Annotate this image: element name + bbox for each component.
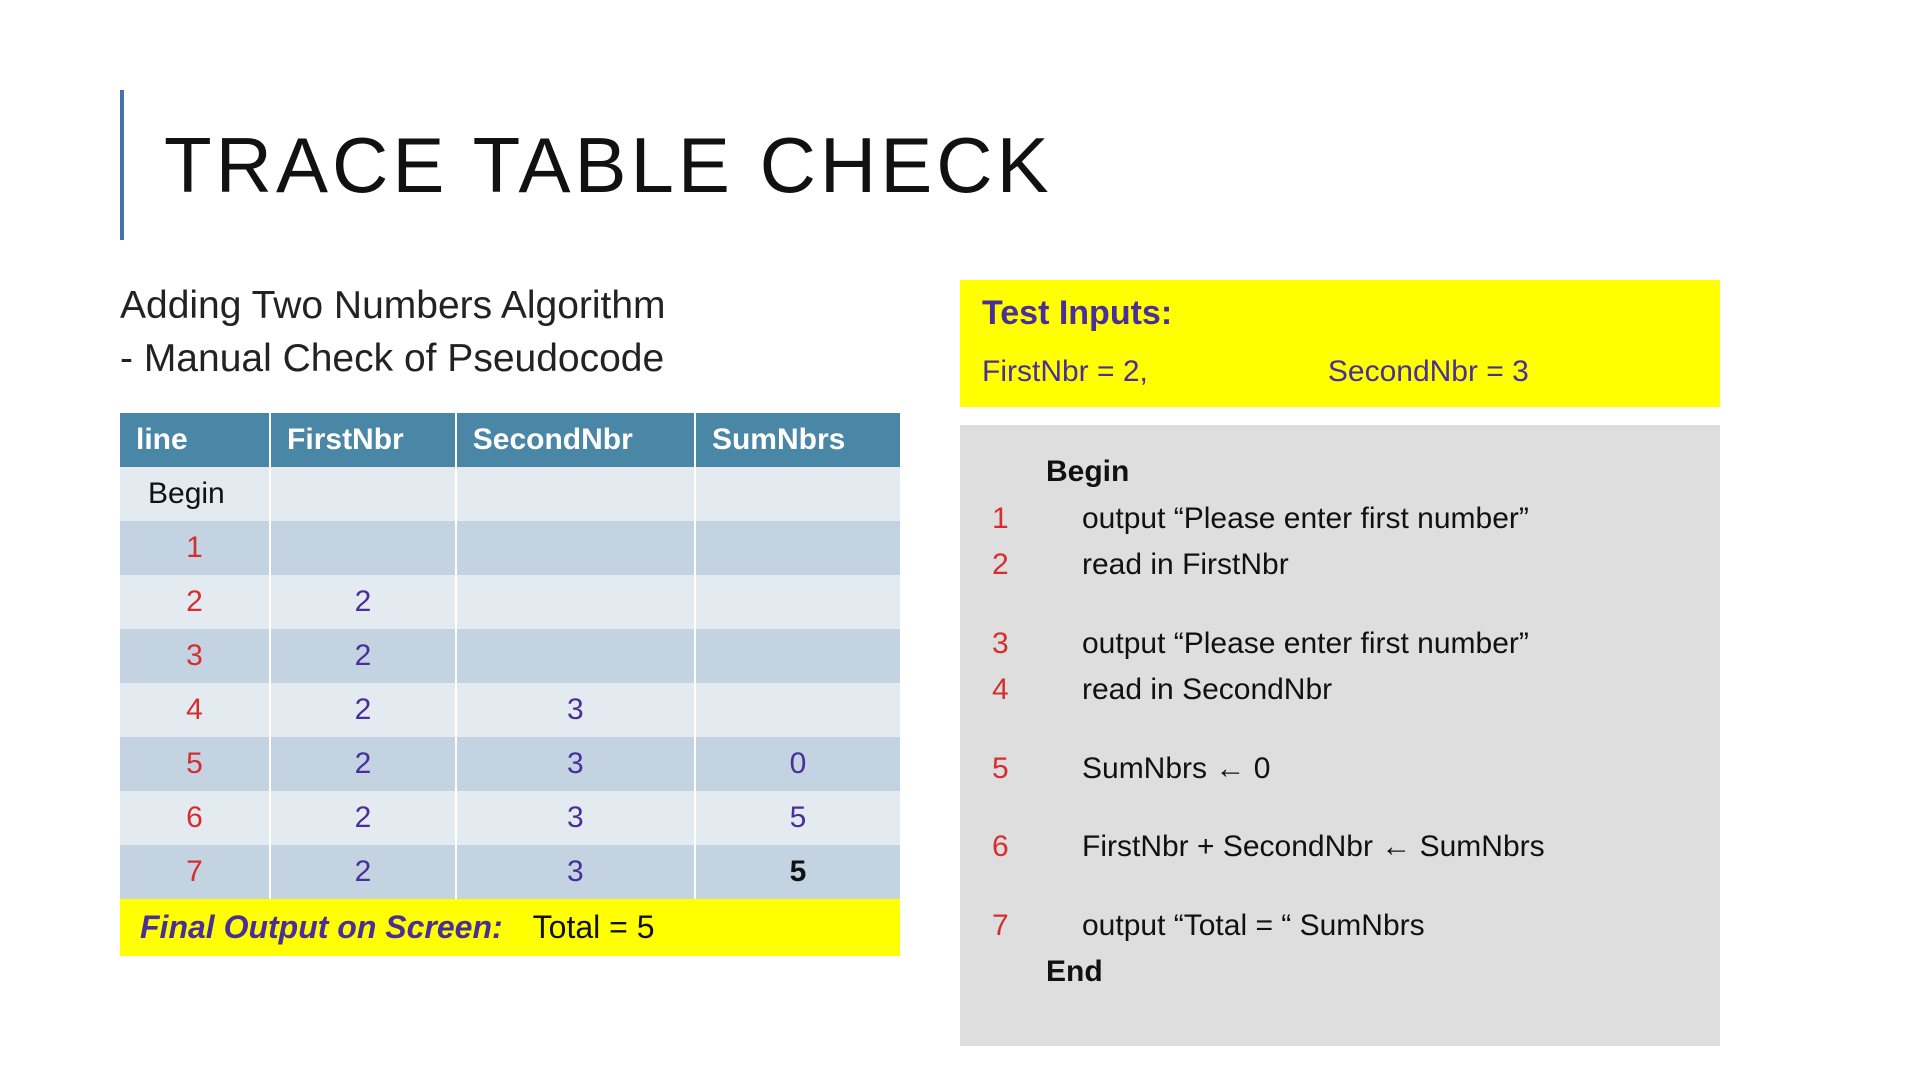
code-line: 7output “Total = “ SumNbrs bbox=[986, 903, 1694, 950]
code-blank-line bbox=[986, 871, 1694, 903]
test-inputs-values: FirstNbr = 2, SecondNbr = 3 bbox=[982, 355, 1698, 389]
cell-value: 2 bbox=[270, 629, 456, 683]
code-blank-line bbox=[986, 589, 1694, 621]
cell-value bbox=[456, 629, 695, 683]
cell-value: 5 bbox=[695, 791, 900, 845]
cell-value: 2 bbox=[270, 845, 456, 899]
cell-line: 1 bbox=[120, 521, 270, 575]
code-line: 1output “Please enter first number” bbox=[986, 496, 1694, 543]
code-line-number: 6 bbox=[986, 824, 1046, 871]
test-input-first: FirstNbr = 2, bbox=[982, 355, 1148, 389]
pseudocode-box: Begin 1output “Please enter first number… bbox=[960, 425, 1720, 1046]
code-line: 2read in FirstNbr bbox=[986, 542, 1694, 589]
cell-value: 2 bbox=[270, 575, 456, 629]
left-column: Adding Two Numbers Algorithm - Manual Ch… bbox=[120, 280, 900, 1046]
cell-value: 3 bbox=[456, 683, 695, 737]
final-output-label: Final Output on Screen: bbox=[140, 909, 503, 946]
th-sumnbrs: SumNbrs bbox=[695, 413, 900, 467]
cell-line: 7 bbox=[120, 845, 270, 899]
code-line-number: 5 bbox=[986, 746, 1046, 793]
code-line-text: SumNbrs ← 0 bbox=[1046, 746, 1270, 793]
code-blank-line bbox=[986, 714, 1694, 746]
cell-value bbox=[695, 575, 900, 629]
content-columns: Adding Two Numbers Algorithm - Manual Ch… bbox=[120, 280, 1800, 1046]
cell-value bbox=[456, 467, 695, 521]
cell-value bbox=[456, 575, 695, 629]
code-line: 3output “Please enter first number” bbox=[986, 621, 1694, 668]
table-row: 32 bbox=[120, 629, 900, 683]
code-line: 6FirstNbr + SecondNbr ← SumNbrs bbox=[986, 824, 1694, 871]
th-line: line bbox=[120, 413, 270, 467]
cell-value: 3 bbox=[456, 737, 695, 791]
cell-line: Begin bbox=[120, 467, 270, 521]
cell-value: 0 bbox=[695, 737, 900, 791]
cell-value: 3 bbox=[456, 791, 695, 845]
cell-line: 6 bbox=[120, 791, 270, 845]
code-line-text: FirstNbr + SecondNbr ← SumNbrs bbox=[1046, 824, 1545, 871]
code-line: 5SumNbrs ← 0 bbox=[986, 746, 1694, 793]
th-secondnbr: SecondNbr bbox=[456, 413, 695, 467]
code-end: End bbox=[986, 949, 1694, 996]
code-line-text: output “Please enter first number” bbox=[1046, 621, 1529, 668]
table-row: 5230 bbox=[120, 737, 900, 791]
cell-value bbox=[270, 467, 456, 521]
cell-value: 3 bbox=[456, 845, 695, 899]
code-keyword-begin: Begin bbox=[1046, 449, 1129, 496]
page-title: TRACE TABLE CHECK bbox=[164, 120, 1053, 211]
code-line-text: read in SecondNbr bbox=[1046, 667, 1332, 714]
code-line-number: 7 bbox=[986, 903, 1046, 950]
code-line-text: read in FirstNbr bbox=[1046, 542, 1289, 589]
code-line-text: output “Total = “ SumNbrs bbox=[1046, 903, 1425, 950]
table-row: 1 bbox=[120, 521, 900, 575]
table-row: 22 bbox=[120, 575, 900, 629]
cell-value bbox=[456, 521, 695, 575]
final-output-row: Final Output on Screen: Total = 5 bbox=[120, 899, 900, 956]
title-accent-bar bbox=[120, 90, 124, 240]
subtitle-line2: - Manual Check of Pseudocode bbox=[120, 337, 664, 380]
subtitle-line1: Adding Two Numbers Algorithm bbox=[120, 284, 666, 327]
test-input-second: SecondNbr = 3 bbox=[1328, 355, 1529, 389]
cell-line: 3 bbox=[120, 629, 270, 683]
cell-line: 5 bbox=[120, 737, 270, 791]
code-keyword-end: End bbox=[1046, 949, 1103, 996]
cell-value: 5 bbox=[695, 845, 900, 899]
table-header-row: line FirstNbr SecondNbr SumNbrs bbox=[120, 413, 900, 467]
code-line: 4read in SecondNbr bbox=[986, 667, 1694, 714]
title-block: TRACE TABLE CHECK bbox=[120, 90, 1800, 240]
cell-value: 2 bbox=[270, 737, 456, 791]
code-line-number: 4 bbox=[986, 667, 1046, 714]
slide: TRACE TABLE CHECK Adding Two Numbers Alg… bbox=[0, 0, 1920, 1080]
table-row: Begin bbox=[120, 467, 900, 521]
code-begin: Begin bbox=[986, 449, 1694, 496]
subtitle: Adding Two Numbers Algorithm - Manual Ch… bbox=[120, 280, 900, 385]
code-line-text: output “Please enter first number” bbox=[1046, 496, 1529, 543]
right-column: Test Inputs: FirstNbr = 2, SecondNbr = 3… bbox=[960, 280, 1720, 1046]
cell-line: 2 bbox=[120, 575, 270, 629]
cell-value bbox=[695, 467, 900, 521]
cell-value: 2 bbox=[270, 683, 456, 737]
code-blank-line bbox=[986, 792, 1694, 824]
test-inputs-title: Test Inputs: bbox=[982, 294, 1698, 333]
cell-value bbox=[695, 683, 900, 737]
code-line-number: 3 bbox=[986, 621, 1046, 668]
cell-value: 2 bbox=[270, 791, 456, 845]
test-inputs-box: Test Inputs: FirstNbr = 2, SecondNbr = 3 bbox=[960, 280, 1720, 407]
cell-value bbox=[695, 629, 900, 683]
trace-table: line FirstNbr SecondNbr SumNbrs Begin122… bbox=[120, 413, 900, 899]
cell-line: 4 bbox=[120, 683, 270, 737]
cell-value bbox=[695, 521, 900, 575]
cell-value bbox=[270, 521, 456, 575]
th-firstnbr: FirstNbr bbox=[270, 413, 456, 467]
code-line-number: 1 bbox=[986, 496, 1046, 543]
code-line-number: 2 bbox=[986, 542, 1046, 589]
final-output-value: Total = 5 bbox=[533, 909, 655, 946]
table-row: 6235 bbox=[120, 791, 900, 845]
table-row: 7235 bbox=[120, 845, 900, 899]
table-row: 423 bbox=[120, 683, 900, 737]
